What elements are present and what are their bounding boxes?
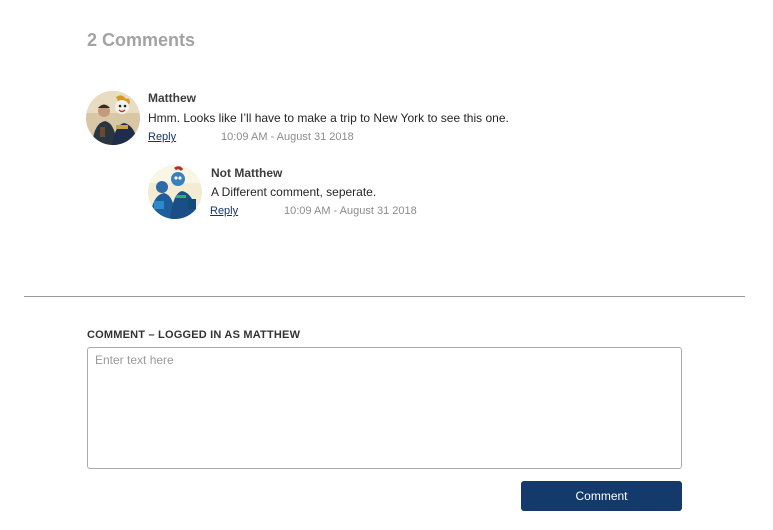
comment-author: Not Matthew [211, 166, 283, 180]
comment-input[interactable] [87, 347, 682, 469]
comments-count-heading: 2 Comments [87, 30, 196, 50]
user-avatar-icon [148, 165, 202, 219]
user-avatar-icon [86, 91, 140, 145]
comment-timestamp: 10:09 AM - August 31 2018 [221, 131, 354, 143]
submit-comment-button[interactable]: Comment [521, 481, 682, 511]
reply-link[interactable]: Reply [210, 205, 238, 217]
reply-link[interactable]: Reply [148, 131, 176, 143]
comment-text: A Different comment, seperate. [211, 185, 377, 199]
comment-author: Matthew [148, 91, 196, 105]
comment-item: Not Matthew A Different comment, seperat… [148, 165, 448, 221]
comment-timestamp: 10:09 AM - August 31 2018 [284, 205, 417, 217]
comment-text: Hmm. Looks like I’ll have to make a trip… [148, 111, 509, 125]
section-divider [24, 296, 745, 297]
comment-item: Matthew Hmm. Looks like I’ll have to mak… [86, 91, 536, 147]
comment-form-label: COMMENT – LOGGED IN AS MATTHEW [87, 329, 301, 341]
